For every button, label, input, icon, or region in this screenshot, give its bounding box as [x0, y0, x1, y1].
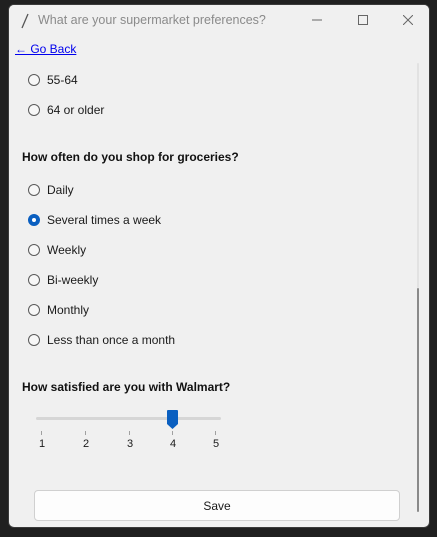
maximize-icon	[358, 15, 368, 25]
app-window: What are your supermarket preferences? ←…	[8, 4, 430, 528]
slider-tick	[41, 431, 42, 435]
feather-icon	[21, 13, 29, 29]
slider-tick-label: 5	[212, 438, 220, 450]
radio-option-age-64-older[interactable]: 64 or older	[28, 101, 104, 119]
radio-option-less-than-monthly[interactable]: Less than once a month	[28, 331, 175, 349]
window-title: What are your supermarket preferences?	[38, 13, 266, 27]
satisfaction-slider-thumb[interactable]	[167, 410, 178, 429]
radio-button-selected[interactable]	[28, 214, 40, 226]
close-button[interactable]	[385, 5, 429, 35]
scrollbar-track[interactable]	[417, 63, 419, 288]
title-bar: What are your supermarket preferences?	[9, 5, 429, 37]
radio-button[interactable]	[28, 334, 40, 346]
go-back-link[interactable]: ← Go Back	[15, 42, 76, 56]
slider-tick-label: 4	[169, 438, 177, 450]
scrollbar-thumb[interactable]	[417, 288, 419, 512]
radio-label: Several times a week	[47, 213, 162, 227]
radio-button[interactable]	[28, 104, 40, 116]
close-icon	[403, 15, 413, 25]
radio-option-weekly[interactable]: Weekly	[28, 241, 86, 259]
slider-tick-label: 3	[126, 438, 134, 450]
radio-label: Less than once a month	[47, 333, 176, 347]
maximize-button[interactable]	[340, 5, 386, 35]
minimize-icon	[312, 19, 322, 21]
radio-label: Daily	[47, 183, 74, 197]
minimize-button[interactable]	[294, 5, 340, 35]
slider-tick	[85, 431, 86, 435]
radio-label: 55-64	[47, 73, 78, 87]
radio-label: 64 or older	[47, 103, 105, 117]
slider-tick-label: 2	[82, 438, 90, 450]
radio-button[interactable]	[28, 304, 40, 316]
radio-button[interactable]	[28, 184, 40, 196]
radio-label: Bi-weekly	[47, 273, 99, 287]
radio-label: Monthly	[47, 303, 90, 317]
slider-tick	[172, 431, 173, 435]
question-shopping-frequency: How often do you shop for groceries?	[22, 150, 239, 164]
radio-button[interactable]	[28, 244, 40, 256]
radio-option-age-55-64[interactable]: 55-64	[28, 71, 78, 89]
slider-tick	[215, 431, 216, 435]
radio-option-monthly[interactable]: Monthly	[28, 301, 89, 319]
slider-tick	[129, 431, 130, 435]
question-walmart-satisfaction: How satisfied are you with Walmart?	[22, 380, 231, 394]
satisfaction-slider-track[interactable]	[36, 417, 221, 420]
radio-button[interactable]	[28, 74, 40, 86]
radio-option-several-times-week[interactable]: Several times a week	[28, 211, 161, 229]
save-button[interactable]: Save	[34, 490, 400, 521]
radio-label: Weekly	[47, 243, 87, 257]
radio-button[interactable]	[28, 274, 40, 286]
slider-tick-label: 1	[38, 438, 46, 450]
radio-option-bi-weekly[interactable]: Bi-weekly	[28, 271, 98, 289]
radio-option-daily[interactable]: Daily	[28, 181, 74, 199]
